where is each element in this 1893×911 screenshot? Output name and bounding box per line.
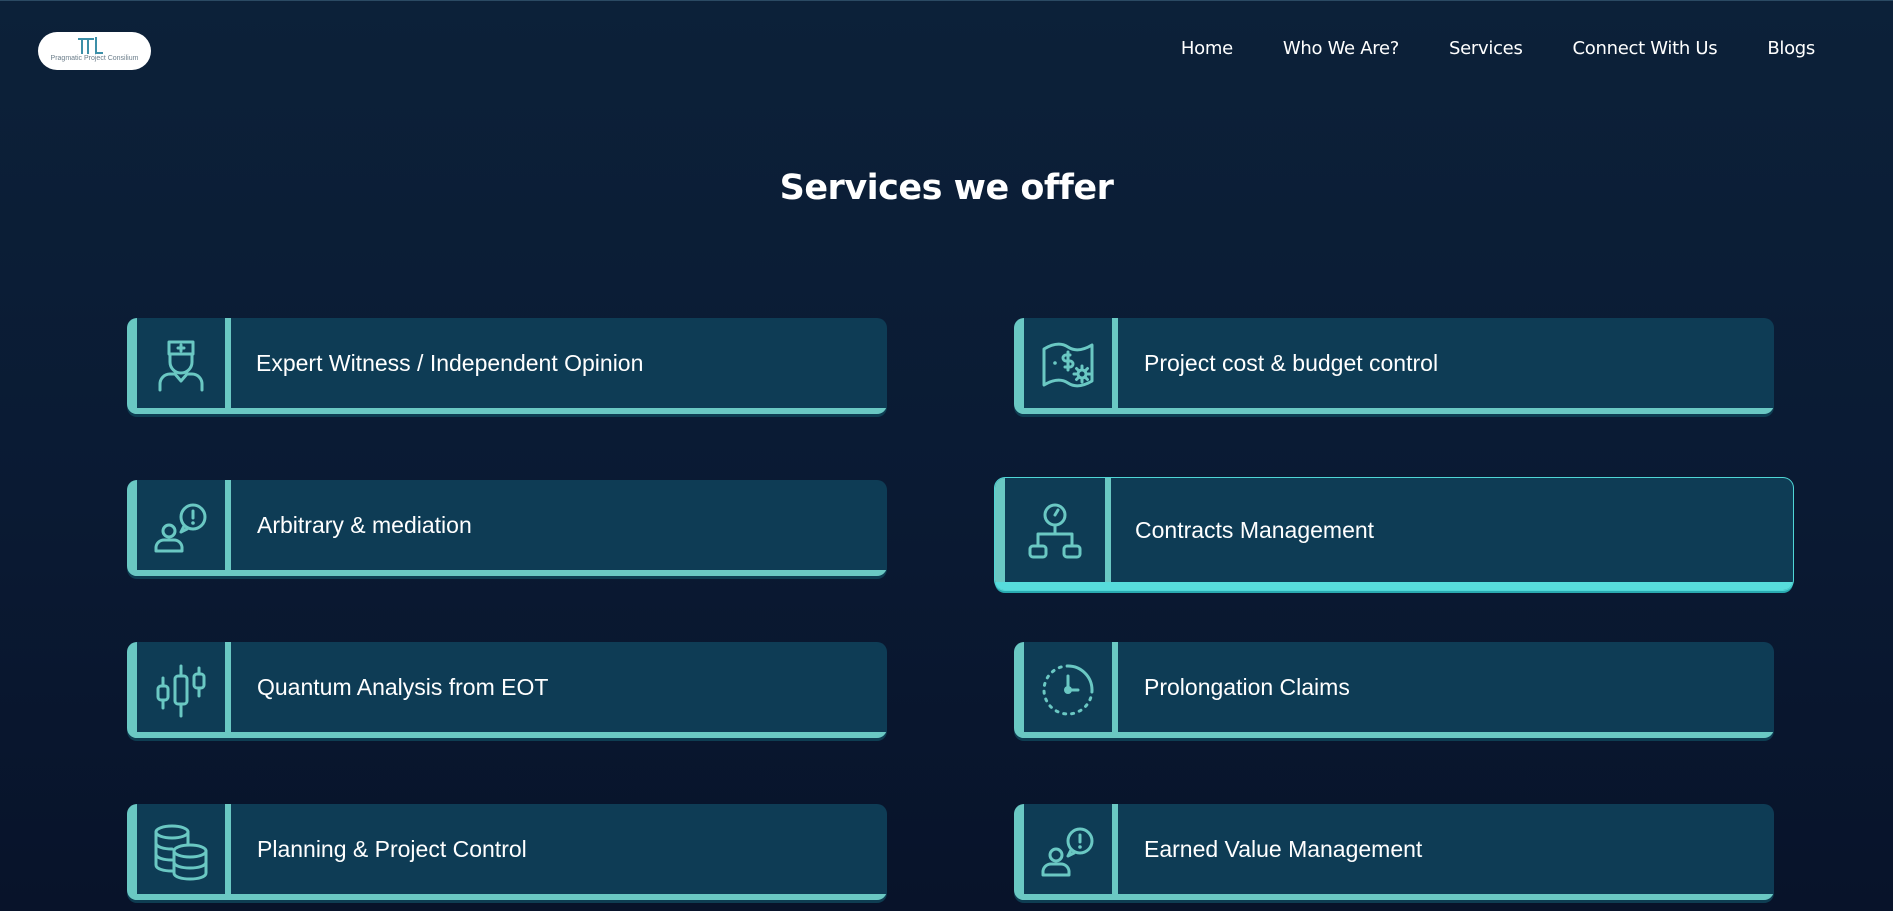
service-card-project-cost[interactable]: Project cost & budget control [1014, 318, 1774, 414]
service-label: Earned Value Management [1144, 835, 1423, 862]
nav-services[interactable]: Services [1449, 38, 1523, 59]
nav-home[interactable]: Home [1181, 38, 1233, 59]
service-label: Expert Witness / Independent Opinion [256, 349, 644, 376]
logo[interactable]: Pragmatic Project Consilium [38, 32, 151, 70]
service-label: Quantum Analysis from EOT [257, 673, 549, 700]
card-divider [225, 804, 231, 900]
service-card-earned-value[interactable]: Earned Value Management [1014, 804, 1774, 900]
service-card-contracts-management[interactable]: Contracts Management [995, 478, 1793, 590]
logo-text: Pragmatic Project Consilium [50, 55, 139, 62]
candlestick-chart-icon [137, 642, 225, 738]
service-card-expert-witness[interactable]: Expert Witness / Independent Opinion [127, 318, 887, 414]
service-card-prolongation-claims[interactable]: Prolongation Claims [1014, 642, 1774, 738]
card-divider [225, 480, 231, 576]
card-divider [1112, 318, 1118, 414]
service-label: Project cost & budget control [1144, 349, 1439, 376]
database-icon [137, 804, 225, 900]
service-label: Prolongation Claims [1144, 673, 1350, 700]
card-divider [225, 642, 231, 738]
clock-timer-icon [1024, 642, 1112, 738]
top-divider [0, 0, 1893, 1]
nav-blogs[interactable]: Blogs [1767, 38, 1815, 59]
contracts-hierarchy-icon [1005, 478, 1105, 584]
mediation-icon [1024, 804, 1112, 900]
service-label: Planning & Project Control [257, 835, 527, 862]
card-divider [225, 318, 231, 414]
card-divider [1105, 478, 1111, 590]
service-label: Arbitrary & mediation [257, 511, 472, 538]
service-card-arbitrary-mediation[interactable]: Arbitrary & mediation [127, 480, 887, 576]
logo-icon [78, 37, 103, 54]
main-nav: Home Who We Are? Services Connect With U… [1181, 38, 1815, 59]
card-divider [1112, 642, 1118, 738]
nav-connect-with-us[interactable]: Connect With Us [1573, 38, 1718, 59]
service-card-planning-project-control[interactable]: Planning & Project Control [127, 804, 887, 900]
expert-witness-icon [137, 318, 225, 414]
service-card-quantum-analysis[interactable]: Quantum Analysis from EOT [127, 642, 887, 738]
cost-budget-icon [1024, 318, 1112, 414]
card-divider [1112, 804, 1118, 900]
nav-who-we-are[interactable]: Who We Are? [1283, 38, 1399, 59]
page-title: Services we offer [779, 168, 1114, 208]
mediation-icon [137, 480, 225, 576]
service-label: Contracts Management [1135, 516, 1375, 543]
page: Pragmatic Project Consilium Home Who We … [0, 0, 1893, 911]
